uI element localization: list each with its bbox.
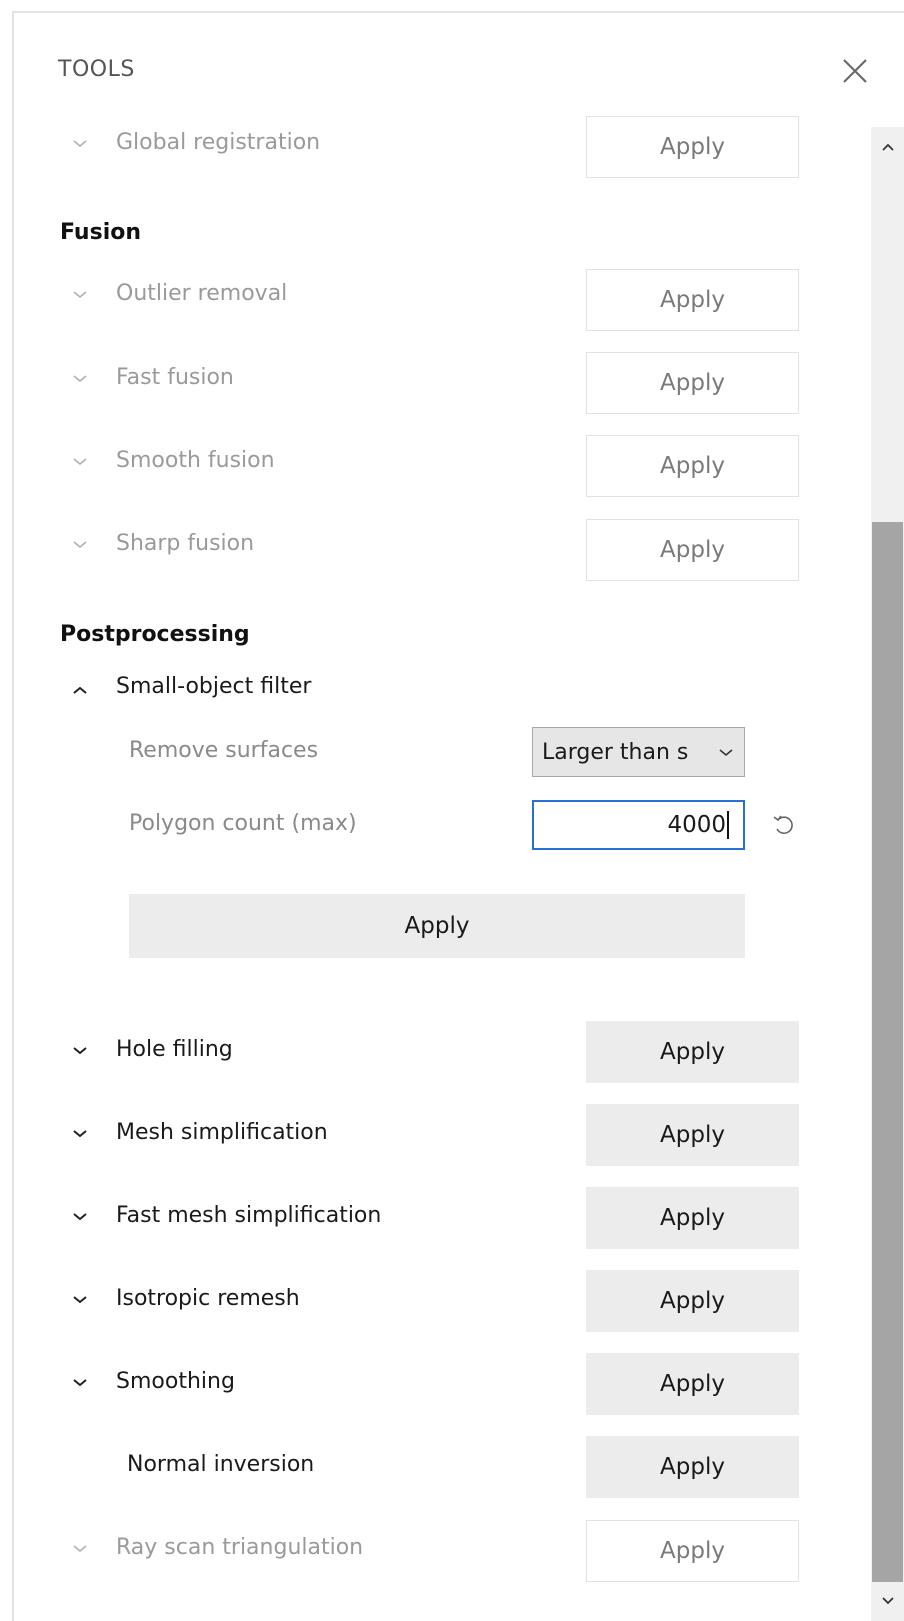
apply-button-sharp-fusion[interactable]: Apply (586, 519, 799, 581)
tool-label-fast-fusion: Fast fusion (116, 365, 234, 390)
chevron-down-icon (719, 749, 733, 757)
apply-button-fast-fusion[interactable]: Apply (586, 352, 799, 414)
apply-button-isotropic-remesh[interactable]: Apply (586, 1270, 799, 1332)
tool-label-isotropic-remesh: Isotropic remesh (116, 1286, 300, 1311)
tool-label-outlier-removal: Outlier removal (116, 281, 288, 306)
tool-label-hole-filling: Hole filling (116, 1037, 233, 1062)
chevron-up-icon[interactable] (68, 678, 92, 702)
polygon-count-label: Polygon count (max) (129, 811, 357, 836)
apply-button-smooth-fusion[interactable]: Apply (586, 435, 799, 497)
tool-label-ray-scan-triangulation: Ray scan triangulation (116, 1535, 364, 1560)
chevron-down-icon[interactable] (68, 1039, 92, 1063)
tool-label-fast-mesh-simplification: Fast mesh simplification (116, 1203, 382, 1228)
panel-title: TOOLS (58, 57, 135, 82)
chevron-down-icon[interactable] (68, 283, 92, 307)
chevron-down-icon[interactable] (68, 1122, 92, 1146)
chevron-down-icon[interactable] (68, 1371, 92, 1395)
tool-label-mesh-simplification: Mesh simplification (116, 1120, 328, 1145)
tool-label-sharp-fusion: Sharp fusion (116, 531, 255, 556)
section-title-postprocessing: Postprocessing (60, 622, 250, 647)
chevron-down-icon[interactable] (68, 1288, 92, 1312)
polygon-count-value: 4000 (667, 812, 726, 838)
polygon-count-input[interactable]: 4000 (532, 800, 745, 850)
tool-label-normal-inversion: Normal inversion (127, 1452, 315, 1477)
scroll-down-arrow-icon[interactable] (877, 1590, 899, 1612)
apply-button-small-object-filter[interactable]: Apply (129, 894, 745, 958)
chevron-down-icon[interactable] (68, 1205, 92, 1229)
chevron-down-icon[interactable] (68, 450, 92, 474)
apply-button-hole-filling[interactable]: Apply (586, 1021, 799, 1083)
text-caret (727, 811, 729, 839)
remove-surfaces-value: Larger than s (542, 739, 689, 765)
apply-button-ray-scan-triangulation[interactable]: Apply (586, 1520, 799, 1582)
chevron-down-icon[interactable] (68, 132, 92, 156)
apply-button-mesh-simplification[interactable]: Apply (586, 1104, 799, 1166)
apply-button-smoothing[interactable]: Apply (586, 1353, 799, 1415)
scrollbar-thumb[interactable] (872, 522, 903, 1582)
remove-surfaces-select[interactable]: Larger than s (532, 727, 745, 777)
close-icon[interactable] (838, 54, 872, 88)
tool-label-global-registration: Global registration (116, 130, 321, 155)
reset-icon[interactable] (771, 812, 797, 838)
chevron-down-icon[interactable] (68, 367, 92, 391)
scroll-up-arrow-icon[interactable] (877, 136, 899, 158)
remove-surfaces-label: Remove surfaces (129, 738, 319, 763)
section-title-fusion: Fusion (60, 220, 142, 245)
apply-button-global-registration[interactable]: Apply (586, 116, 799, 178)
apply-button-outlier-removal[interactable]: Apply (586, 269, 799, 331)
apply-button-normal-inversion[interactable]: Apply (586, 1436, 799, 1498)
chevron-down-icon[interactable] (68, 1537, 92, 1561)
tool-label-smooth-fusion: Smooth fusion (116, 448, 275, 473)
tool-label-smoothing: Smoothing (116, 1369, 235, 1394)
apply-button-fast-mesh-simplification[interactable]: Apply (586, 1187, 799, 1249)
chevron-down-icon[interactable] (68, 533, 92, 557)
tool-label-small-object-filter: Small-object filter (116, 674, 312, 699)
